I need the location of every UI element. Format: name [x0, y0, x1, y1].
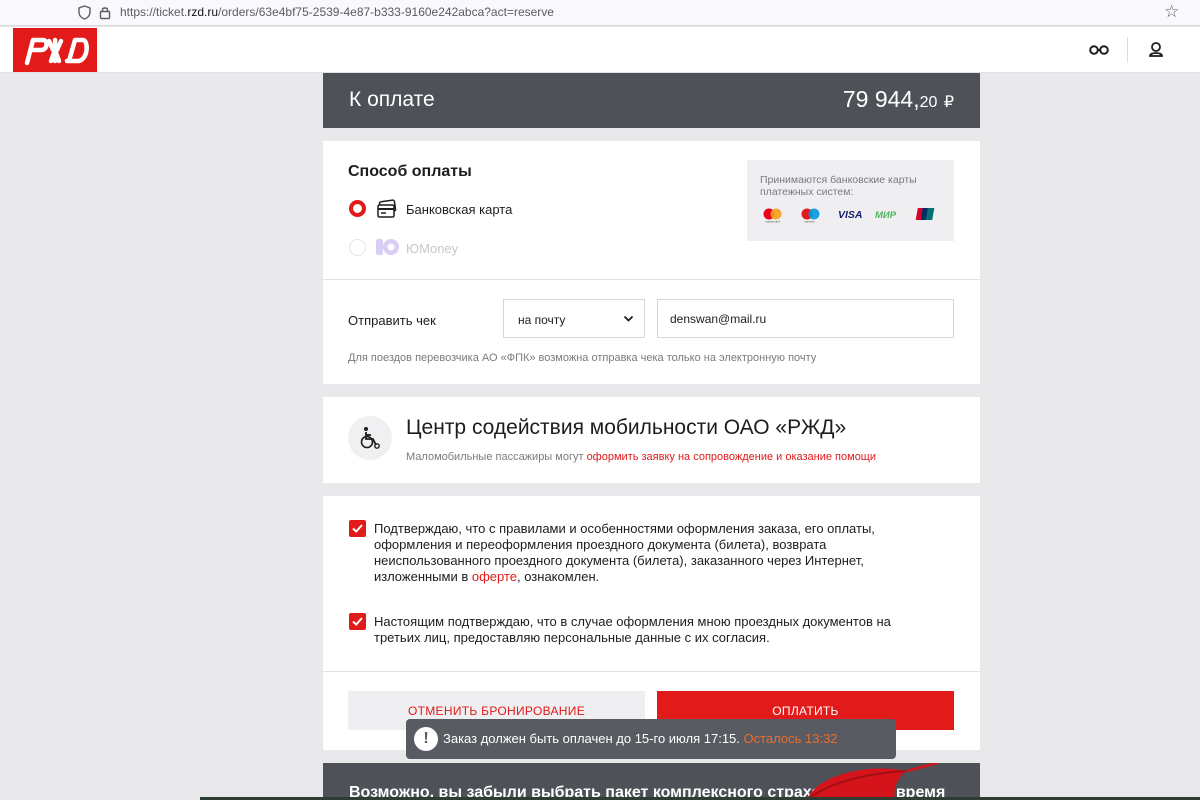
accepted-cards-box: Принимаются банковские карты платежных с…: [747, 160, 954, 241]
section-divider: [323, 671, 980, 672]
receipt-method-select[interactable]: на почту: [503, 299, 645, 338]
bank-card-icon: [377, 199, 397, 218]
toast-remaining-time: Осталось 13:32: [743, 731, 838, 746]
bank-card-label: Банковская карта: [406, 202, 513, 217]
maestro-logo: maestro: [801, 208, 820, 224]
yoomoney-icon: [376, 238, 399, 256]
shield-icon[interactable]: [78, 5, 91, 20]
mobility-text: Маломобильные пассажиры могут оформить з…: [406, 451, 877, 463]
mobility-center-card: Центр содействия мобильности ОАО «РЖД» М…: [323, 397, 980, 483]
mobility-request-link[interactable]: оформить заявку на сопровождение и оказа…: [587, 451, 876, 463]
chevron-down-icon: [623, 315, 634, 322]
svg-text:mastercard: mastercard: [765, 220, 780, 224]
bookmark-star-icon[interactable]: ☆: [1164, 2, 1179, 22]
url-text[interactable]: https://ticket.rzd.ru/orders/63e4bf75-25…: [120, 5, 554, 19]
toast-message: Заказ должен быть оплачен до 15-го июля …: [443, 731, 838, 746]
payment-total-bar: К оплате 79 944,20 ₽: [323, 73, 980, 128]
insurance-promo-banner: Возможно, вы забыли выбрать пакет компле…: [323, 763, 980, 800]
visa-logo: VISA: [838, 209, 863, 221]
payment-deadline-toast: ! Заказ должен быть оплачен до 15-го июл…: [406, 719, 896, 759]
checkmark-icon: [352, 524, 363, 533]
unionpay-logo: [915, 208, 935, 220]
payment-title: К оплате: [349, 88, 435, 111]
radio-bank-card[interactable]: [349, 200, 366, 217]
payment-method-card: Способ оплаты Банковская карта ЮMoney Пр…: [323, 141, 980, 384]
mir-logo: МИР: [875, 210, 897, 221]
accepted-cards-text: Принимаются банковские карты платежных с…: [760, 174, 917, 198]
receipt-hint: Для поездов перевозчика АО «ФПК» возможн…: [348, 352, 817, 364]
mastercard-logo: mastercard: [763, 208, 782, 224]
browser-address-bar: https://ticket.rzd.ru/orders/63e4bf75-25…: [0, 0, 1200, 26]
umbrella-decoration-icon: [806, 763, 938, 800]
wheelchair-icon: [360, 427, 380, 449]
lock-icon[interactable]: [99, 5, 111, 20]
svg-text:maestro: maestro: [804, 220, 815, 224]
site-header: [0, 27, 1200, 73]
receipt-label: Отправить чек: [348, 313, 436, 328]
receipt-email-field[interactable]: [657, 299, 954, 338]
accessibility-glasses-icon[interactable]: [1089, 39, 1109, 61]
receipt-method-value: на почту: [518, 313, 566, 327]
header-separator: [1127, 37, 1128, 63]
wheelchair-icon-circle: [348, 416, 392, 460]
section-divider: [323, 279, 980, 280]
payment-method-title: Способ оплаты: [348, 163, 472, 180]
offer-link[interactable]: оферте: [472, 569, 517, 584]
agreement-terms-text: Подтверждаю, что с правилами и особеннос…: [374, 521, 875, 584]
agreements-card: Подтверждаю, что с правилами и особеннос…: [323, 496, 980, 750]
agreement-third-party-checkbox[interactable]: [349, 613, 366, 630]
card-systems-logos: mastercard maestro VISA МИР: [763, 208, 935, 224]
alert-icon: !: [414, 727, 438, 751]
payment-amount: 79 944,20 ₽: [842, 86, 954, 112]
checkmark-icon: [352, 617, 363, 626]
radio-yoomoney[interactable]: [349, 239, 366, 256]
agreement-terms-checkbox[interactable]: [349, 520, 366, 537]
rzd-logo[interactable]: [13, 28, 97, 72]
mobility-title: Центр содействия мобильности ОАО «РЖД»: [406, 416, 847, 439]
yoomoney-label: ЮMoney: [406, 241, 459, 256]
user-icon[interactable]: [1148, 39, 1164, 61]
agreement-third-party-text: Настоящим подтверждаю, что в случае офор…: [374, 614, 891, 645]
